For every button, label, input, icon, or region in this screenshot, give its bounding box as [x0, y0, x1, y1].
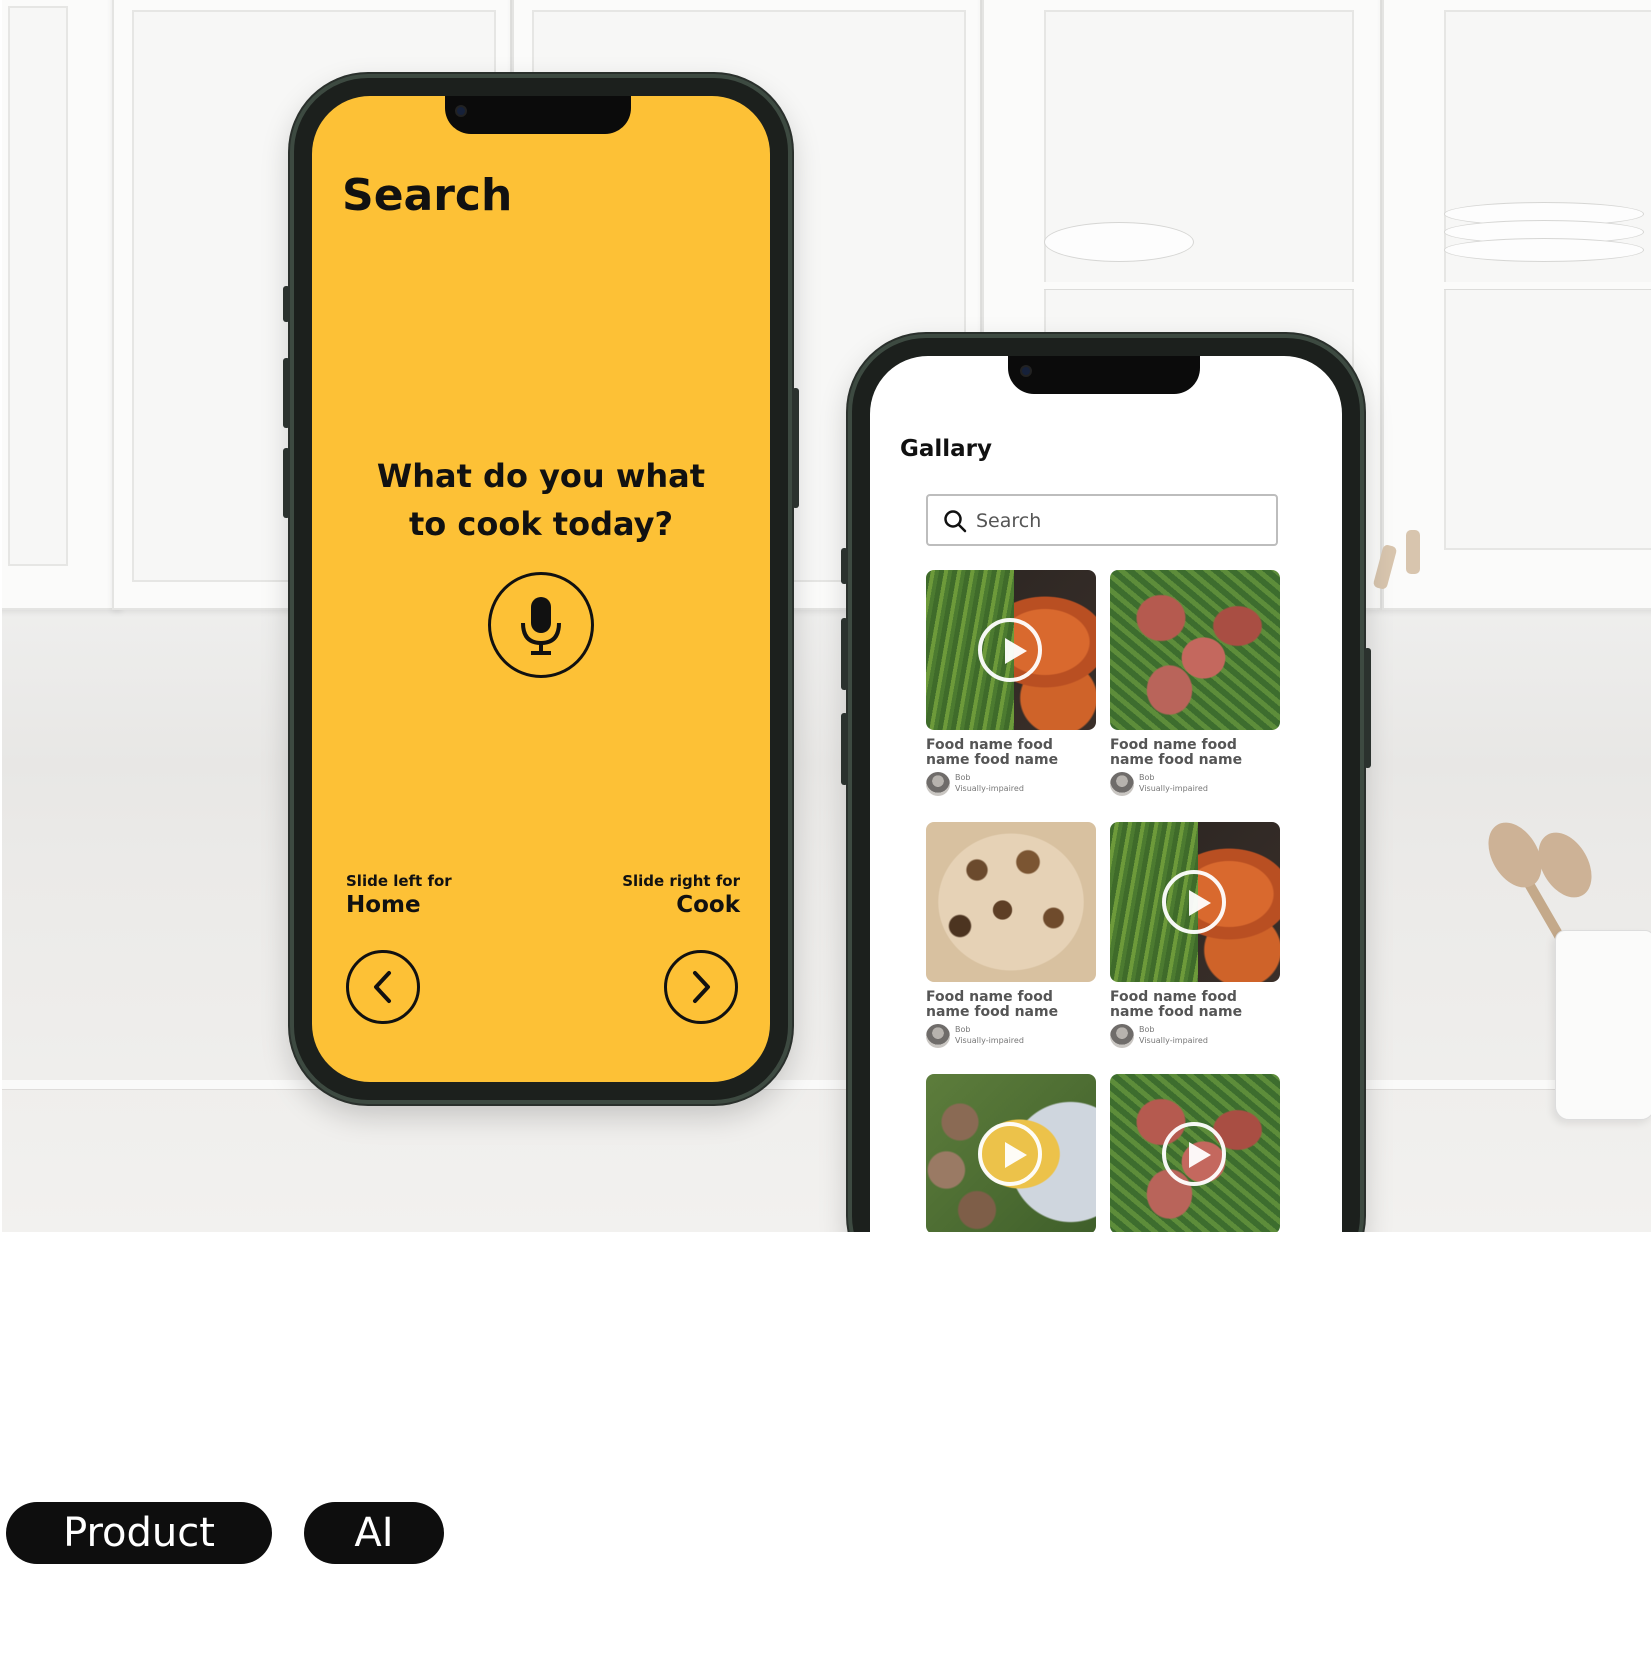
recipe-thumbnail[interactable] [1110, 1074, 1280, 1234]
gallery-screen: Gallary Food name food name food name Bo… [870, 356, 1342, 1316]
tag-product[interactable]: Product [6, 1502, 272, 1564]
recipe-thumbnail[interactable] [926, 570, 1096, 730]
shelf [1444, 282, 1651, 290]
recipe-thumbnail[interactable] [926, 1074, 1096, 1234]
recipe-name: Food name food name food name [1110, 989, 1243, 1020]
phone-gallery: Gallary Food name food name food name Bo… [841, 334, 1371, 1316]
slide-left-target: Home [346, 892, 421, 918]
camera-icon [1020, 365, 1032, 377]
nav-right-button[interactable] [664, 950, 738, 1024]
utensil-holder [1555, 930, 1651, 1120]
phone-side-button [841, 713, 848, 785]
play-icon[interactable] [978, 618, 1042, 682]
author-name: Bob [955, 773, 971, 782]
avatar [1110, 772, 1134, 796]
search-input[interactable] [976, 506, 1266, 536]
page-background [0, 1232, 1651, 1665]
play-icon[interactable] [1162, 1122, 1226, 1186]
recipe-thumbnail[interactable] [926, 822, 1096, 982]
author-tag: Visually-impaired [1139, 784, 1208, 793]
slide-right-target: Cook [676, 892, 740, 918]
bowl [1044, 222, 1194, 262]
phone-side-button [792, 388, 799, 508]
page-title: Gallary [900, 436, 993, 462]
recipe-name: Food name food name food name [926, 989, 1059, 1020]
voice-search-button[interactable] [488, 572, 594, 678]
avatar [926, 772, 950, 796]
microphone-icon [521, 597, 561, 655]
play-icon[interactable] [978, 1122, 1042, 1186]
phone-side-button [283, 448, 290, 518]
phone-side-button [841, 618, 848, 690]
recipe-thumbnail[interactable] [1110, 570, 1280, 730]
chevron-right-icon [693, 971, 710, 1003]
plate [1444, 238, 1644, 262]
phone-search: Search What do you what to cook today? S… [283, 74, 799, 1104]
author-info: Bob Visually-impaired [1139, 772, 1208, 794]
author-name: Bob [955, 1025, 971, 1034]
author-tag: Visually-impaired [955, 1036, 1024, 1045]
glass-cabinet-2 [1382, 0, 1651, 610]
author-name: Bob [1139, 773, 1155, 782]
cabinet-left [2, 0, 122, 610]
author-info: Bob Visually-impaired [955, 1024, 1024, 1046]
play-icon[interactable] [1162, 870, 1226, 934]
author-name: Bob [1139, 1025, 1155, 1034]
phone-notch [445, 96, 631, 134]
recipe-name: Food name food name food name [1110, 737, 1243, 768]
kitchen-background [2, 0, 1651, 1232]
phone-notch [1008, 356, 1200, 394]
tag-ai[interactable]: AI [304, 1502, 444, 1564]
page-title: Search [342, 170, 513, 221]
chevron-left-icon [374, 971, 391, 1003]
phone-side-button [841, 548, 848, 584]
magnifier-icon [944, 510, 967, 533]
shelf [1044, 282, 1354, 290]
search-screen: Search What do you what to cook today? S… [312, 96, 770, 1082]
slide-right-hint: Slide right for [622, 872, 740, 890]
author-info: Bob Visually-impaired [1139, 1024, 1208, 1046]
countertop-edge [2, 1080, 1651, 1090]
cabinet-knob [1406, 530, 1420, 574]
author-info: Bob Visually-impaired [955, 772, 1024, 794]
glass-panel [1444, 10, 1651, 550]
slide-left-hint: Slide left for [346, 872, 452, 890]
avatar [926, 1024, 950, 1048]
search-question: What do you what to cook today? [376, 457, 706, 543]
phone-side-button [1364, 648, 1371, 768]
phone-side-button [283, 358, 290, 428]
search-box[interactable] [926, 494, 1278, 546]
phone-side-button [283, 286, 290, 322]
recipe-name: Food name food name food name [926, 737, 1059, 768]
author-tag: Visually-impaired [955, 784, 1024, 793]
camera-icon [455, 105, 467, 117]
nav-left-button[interactable] [346, 950, 420, 1024]
recipe-thumbnail[interactable] [1110, 822, 1280, 982]
cabinet-panel [8, 6, 68, 566]
author-tag: Visually-impaired [1139, 1036, 1208, 1045]
avatar [1110, 1024, 1134, 1048]
